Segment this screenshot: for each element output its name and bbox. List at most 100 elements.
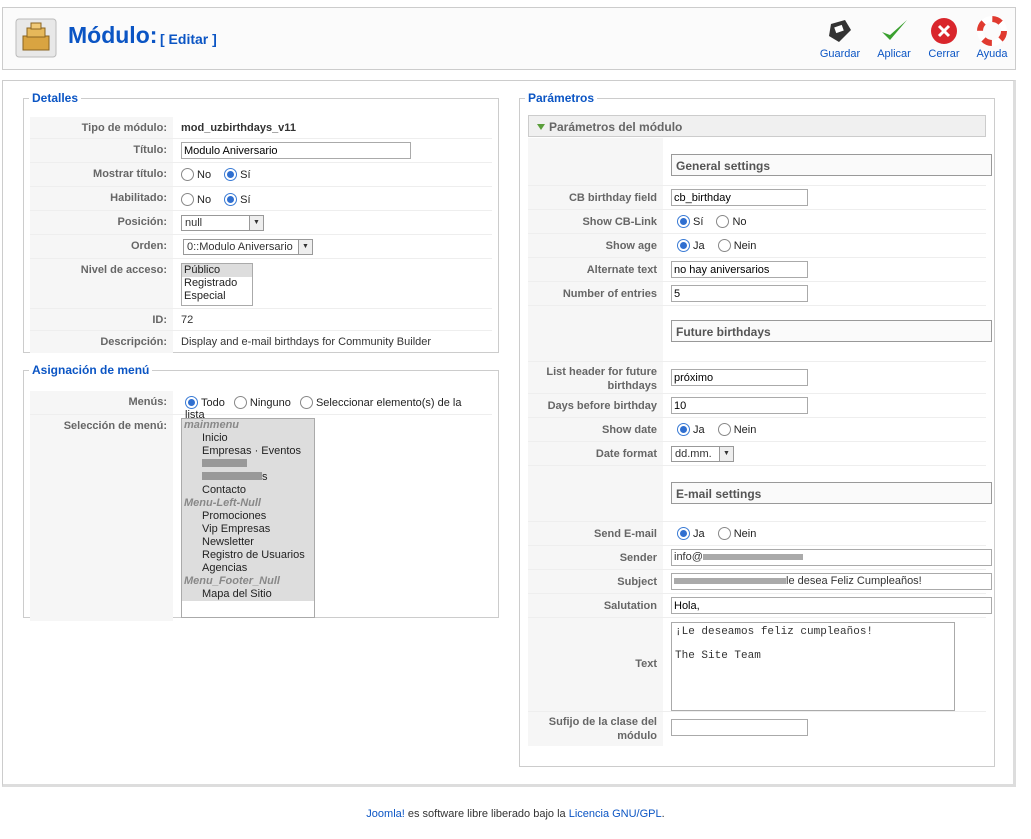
radio-label: Nein	[733, 239, 757, 252]
menu-option[interactable]: Vip Empresas	[182, 523, 314, 536]
access-option-registered[interactable]: Registrado	[182, 277, 252, 290]
radio-label: Ninguno	[249, 396, 291, 409]
enabled-yes-radio[interactable]	[224, 193, 238, 206]
send-email-label: Send E-mail	[528, 522, 663, 545]
enabled-no-radio[interactable]	[181, 193, 194, 206]
menu-option[interactable]: Contacto	[182, 484, 314, 497]
empty-key	[528, 138, 663, 185]
enabled-row: Habilitado: No Sí	[30, 187, 492, 211]
text-textarea[interactable]: ¡Le deseamos feliz cumpleaños! The Site …	[671, 622, 955, 711]
number-of-entries-row: Number of entries	[528, 282, 986, 306]
alternate-text-label: Alternate text	[528, 258, 663, 281]
list-header-input[interactable]	[671, 369, 808, 386]
number-of-entries-input[interactable]	[671, 285, 808, 302]
checkmark-icon	[882, 20, 907, 40]
sender-label: Sender	[528, 546, 663, 569]
module-icon	[15, 18, 57, 58]
date-format-label: Date format	[528, 442, 663, 465]
days-before-row: Days before birthday	[528, 394, 986, 418]
module-parameters-panel-header[interactable]: Parámetros del módulo	[528, 115, 986, 137]
main-content: Detalles Tipo de módulo: mod_uzbirthdays…	[2, 80, 1016, 787]
menus-row: Menús: Todo Ninguno Seleccionar elemento…	[30, 391, 492, 421]
description-row: Descripción: Display and e-mail birthday…	[30, 331, 492, 353]
redacted-block	[202, 459, 247, 467]
subject-input[interactable]: le desea Feliz Cumpleaños!	[671, 573, 992, 590]
apply-button[interactable]: Aplicar	[874, 16, 914, 60]
access-option-public[interactable]: Público	[182, 264, 252, 277]
date-format-select[interactable]: dd.mm. ▼	[671, 446, 734, 462]
show-date-ja-radio[interactable]	[677, 423, 690, 436]
menu-option[interactable]: Inicio	[182, 432, 314, 445]
salutation-input[interactable]	[671, 597, 992, 614]
show-title-no-radio[interactable]	[181, 168, 194, 181]
menus-label: Menús:	[30, 391, 173, 414]
suffix-label: Sufijo de la clase del módulo	[528, 712, 663, 746]
footer-text-end: .	[661, 808, 665, 820]
parameters-fieldset: Parámetros Parámetros del módulo General…	[519, 91, 995, 767]
access-level-list[interactable]: Público Registrado Especial	[181, 263, 253, 306]
list-header-label: List header for future birthdays	[528, 362, 663, 393]
list-header-row: List header for future birthdays	[528, 362, 986, 394]
description-label: Descripción:	[30, 331, 173, 353]
access-option-special[interactable]: Especial	[182, 290, 252, 303]
title-label: Título:	[30, 139, 173, 162]
show-title-yes-radio[interactable]	[224, 168, 238, 181]
panel-title: Parámetros del módulo	[549, 120, 683, 134]
send-email-ja-radio[interactable]	[677, 527, 690, 540]
toolbar: Módulo: [ Editar ] Guardar Aplicar Cerra…	[2, 7, 1016, 70]
menu-option-redacted[interactable]: s	[182, 471, 314, 484]
alternate-text-input[interactable]	[671, 261, 808, 278]
show-age-nein-radio[interactable]	[717, 239, 731, 252]
show-age-ja-radio[interactable]	[677, 239, 690, 252]
cb-field-input[interactable]	[671, 189, 808, 206]
menus-none-radio[interactable]	[233, 396, 247, 409]
show-cb-link-no-radio[interactable]	[716, 215, 730, 228]
suffix-input[interactable]	[671, 719, 808, 736]
help-button[interactable]: Ayuda	[974, 16, 1010, 60]
menu-group-label: Menu_Footer_Null	[182, 575, 314, 588]
menu-option[interactable]: Newsletter	[182, 536, 314, 549]
radio-label: Sí	[693, 215, 704, 228]
position-select[interactable]: null ▼	[181, 215, 264, 231]
menu-option[interactable]: Empresas · Eventos	[182, 445, 314, 458]
title-input[interactable]	[181, 142, 411, 159]
email-settings-header: E-mail settings	[671, 482, 992, 504]
menu-group-label: mainmenu	[182, 419, 314, 432]
email-section-row: E-mail settings	[528, 466, 992, 522]
show-cb-link-row: Show CB-Link Sí No	[528, 210, 986, 234]
menu-assignment-fieldset: Asignación de menú Menús: Todo Ninguno S…	[23, 363, 499, 621]
expand-triangle-icon	[537, 124, 545, 130]
show-cb-link-yes-radio[interactable]	[677, 215, 690, 228]
close-button[interactable]: Cerrar	[925, 16, 963, 60]
save-button[interactable]: Guardar	[818, 16, 862, 60]
menu-selection-list[interactable]: mainmenu Inicio Empresas · Eventos s Con…	[181, 418, 315, 618]
module-type-label: Tipo de módulo:	[30, 117, 173, 138]
input-value: info@	[674, 551, 703, 563]
days-before-input[interactable]	[671, 397, 808, 414]
menus-select-radio[interactable]	[299, 396, 313, 409]
send-email-nein-radio[interactable]	[717, 527, 731, 540]
joomla-link[interactable]: Joomla!	[366, 808, 405, 820]
sender-input[interactable]: info@	[671, 549, 992, 566]
menu-option[interactable]: Agencias	[182, 562, 314, 575]
show-date-nein-radio[interactable]	[717, 423, 731, 436]
general-section-row: General settings	[528, 138, 992, 186]
days-before-label: Days before birthday	[528, 394, 663, 417]
page-subtitle: [ Editar ]	[160, 31, 217, 47]
close-icon	[931, 18, 957, 44]
salutation-row: Salutation	[528, 594, 992, 618]
option-text: s	[262, 471, 268, 483]
details-legend: Detalles	[32, 91, 79, 105]
chevron-down-icon: ▼	[298, 240, 312, 254]
radio-label: Ja	[693, 423, 705, 436]
menu-option[interactable]: Mapa del Sitio	[182, 588, 314, 601]
menu-option-redacted[interactable]	[182, 458, 314, 471]
license-link[interactable]: Licencia GNU/GPL	[569, 808, 662, 820]
menus-all-radio[interactable]	[185, 396, 198, 409]
text-row: Text ¡Le deseamos feliz cumpleaños! The …	[528, 618, 986, 712]
order-select[interactable]: 0::Modulo Aniversario ▼	[183, 239, 313, 255]
menu-option[interactable]: Promociones	[182, 510, 314, 523]
menu-option[interactable]: Registro de Usuarios	[182, 549, 314, 562]
lifebuoy-icon	[977, 16, 1007, 46]
date-format-row: Date format dd.mm. ▼	[528, 442, 986, 466]
